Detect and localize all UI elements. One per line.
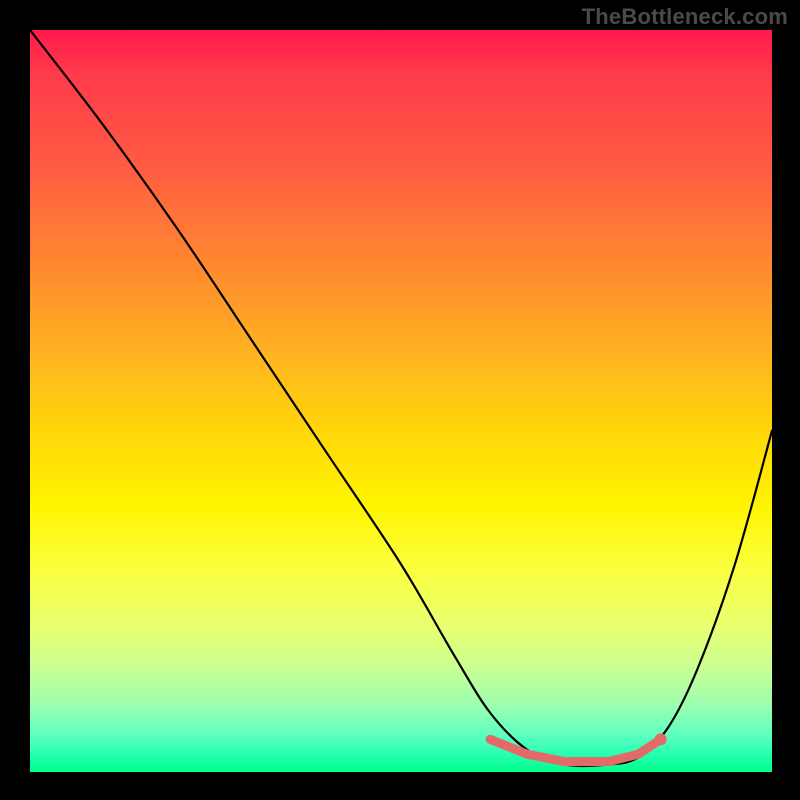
watermark-text: TheBottleneck.com: [582, 4, 788, 30]
chart-frame: TheBottleneck.com: [0, 0, 800, 800]
bottleneck-curve: [30, 30, 772, 766]
optimal-range-endpoint: [655, 733, 667, 745]
curve-layer: [30, 30, 772, 772]
plot-area: [30, 30, 772, 772]
optimal-range-marker: [490, 739, 661, 761]
